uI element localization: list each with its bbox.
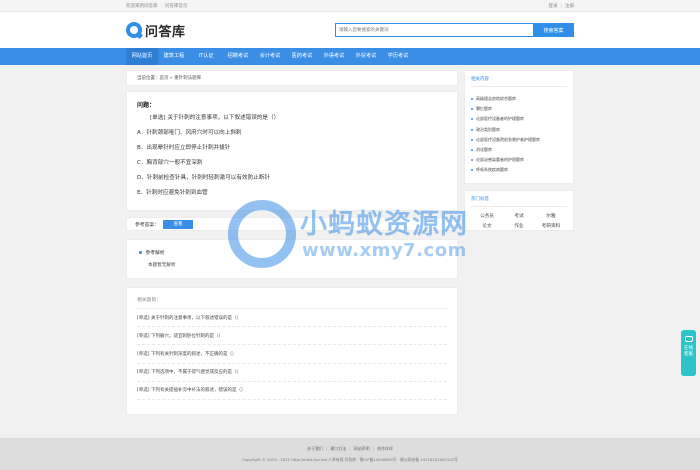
tag-link[interactable]: 公务员: [471, 213, 503, 219]
tag-link[interactable]: 论文: [471, 223, 503, 229]
tag-link[interactable]: 考试: [503, 213, 535, 219]
topbar: 欢迎来到问答库 | 问答库首页 登录 | 注册: [0, 0, 700, 12]
sidebar-item-label: 论部泌感染重者的护理题库: [476, 157, 524, 163]
option-e: E．针刺时应避免针刺到血管: [137, 190, 208, 196]
option-c: C．胸背部穴一般不宜深刺: [137, 160, 203, 166]
related-title: 相关题目：: [137, 296, 447, 309]
sidebar-related-list: 高级理念房地综合题库 腾忆题库 论部医疗设备者的护理题库 政治类别题库 论部医疗…: [471, 96, 567, 173]
analysis-title-row: 参考解析: [139, 249, 445, 256]
bullet-icon: [471, 98, 473, 100]
sidebar-item-label: 论部医疗设备院前急救护者护理题库: [476, 136, 540, 142]
related-item[interactable]: [单选] 下列腧穴，适宜刺卧位针刺的是（）: [137, 327, 447, 346]
nav-item-accounting[interactable]: 会计考试: [254, 48, 286, 65]
sidebar-tags-title: 热门标签: [471, 196, 567, 207]
related-item[interactable]: [单选] 下列有关针刺深度的叙述，不正确的是（）: [137, 345, 447, 364]
sidebar-related-title: 相关内容: [471, 76, 567, 87]
footer-links: 关于我们 | 建口方法 | 网站声明 | 合作伙伴: [306, 446, 394, 451]
footer-link-method[interactable]: 建口方法: [330, 446, 346, 451]
tag-link[interactable]: 尔雅: [535, 213, 567, 219]
nav-item-language[interactable]: 外语考试: [318, 48, 350, 65]
tag-link[interactable]: 考研资料: [535, 223, 567, 229]
nav-item-construction[interactable]: 建筑工程: [158, 48, 190, 65]
tag-grid: 公务员 考试 尔雅 论文 作业 考研资料: [471, 213, 567, 229]
sidebar-list-item[interactable]: 呼吸系统疾病题库: [471, 167, 567, 173]
main-nav: 网站首页 建筑工程 IT认证 招聘考试 会计考试 医药考试 外语考试 外贸考试 …: [0, 48, 700, 65]
bullet-icon: [471, 108, 473, 111]
sidebar-list-item[interactable]: 政治类别题库: [471, 127, 567, 133]
content-wrap: 当前位置：首页 » 重针刺法题库 问题： [单选] 关于针刺的注意事项，以下叙述…: [126, 70, 574, 415]
main-column: 当前位置：首页 » 重针刺法题库 问题： [单选] 关于针刺的注意事项，以下叙述…: [126, 70, 458, 415]
search-input[interactable]: [335, 23, 533, 37]
bullet-icon: [139, 251, 142, 254]
nav-item-medical[interactable]: 医药考试: [286, 48, 318, 65]
sidebar-list-item[interactable]: 论部泌感染重者的护理题库: [471, 157, 567, 163]
analysis-panel: 参考解析 本题暂无解析: [126, 239, 458, 279]
sidebar-item-label: 政治类别题库: [476, 126, 500, 132]
nav-item-trade[interactable]: 外贸考试: [350, 48, 382, 65]
logo-text: 问答库: [145, 24, 186, 40]
service-label-line2: 客服: [684, 352, 693, 357]
sidebar-item-label: 消化题库: [476, 146, 492, 152]
nav-item-home[interactable]: 网站首页: [126, 48, 158, 65]
login-link[interactable]: 登录: [548, 4, 557, 9]
sidebar-item-label: 呼吸系统疾病题库: [476, 167, 508, 173]
analysis-text: 本题暂无解析: [148, 263, 176, 268]
online-service-button[interactable]: 在线 客服: [681, 330, 696, 376]
tag-link[interactable]: 作业: [503, 223, 535, 229]
bullet-icon: [471, 128, 473, 131]
nav-item-it[interactable]: IT认证: [190, 48, 222, 65]
analysis-title: 参考解析: [145, 251, 165, 256]
sidebar-list-item[interactable]: 消化题库: [471, 147, 567, 153]
question-title: 问题：: [137, 102, 156, 109]
topbar-left: 欢迎来到问答库 | 问答库首页: [126, 4, 188, 9]
logo-icon: [126, 22, 142, 38]
bullet-icon: [471, 169, 473, 172]
sidebar-list-item[interactable]: 论部医疗设备者的护理题库: [471, 116, 567, 122]
home-link[interactable]: 问答库首页: [165, 4, 188, 9]
bullet-icon: [471, 159, 473, 162]
footer-copyright: Copyright © 2013 - 2021 http://edzls.fyo…: [242, 457, 458, 462]
sidebar-item-label: 腾忆题库: [476, 106, 492, 112]
footer-link-about[interactable]: 关于我们: [307, 446, 323, 451]
related-item[interactable]: [单选] 下列有关提插补泻中补法的叙述，错误的是（）: [137, 382, 447, 400]
breadcrumb: 当前位置：首页 » 重针刺法题库: [126, 70, 458, 86]
bullet-icon: [471, 138, 473, 141]
logo[interactable]: 问答库: [126, 21, 186, 40]
sidebar-tags-box: 热门标签 公务员 考试 尔雅 论文 作业 考研资料: [464, 189, 574, 231]
related-panel: 相关题目： [单选] 关于针刺的注意事项，以下叙述错误的是（） [单选] 下列腧…: [126, 287, 458, 415]
sidebar-list-item[interactable]: 高级理念房地综合题库: [471, 96, 567, 102]
sidebar-list-item[interactable]: 腾忆题库: [471, 106, 567, 112]
welcome-text: 欢迎来到问答库: [126, 4, 158, 9]
search-bar: 搜索答案: [335, 23, 574, 37]
sidebar-item-label: 高级理念房地综合题库: [476, 96, 516, 101]
footer-link-partners[interactable]: 合作伙伴: [377, 446, 393, 451]
header: 问答库 搜索答案: [0, 12, 700, 48]
chat-icon: [684, 336, 693, 342]
bullet-icon: [471, 118, 473, 121]
footer-link-statement[interactable]: 网站声明: [354, 446, 370, 451]
sidebar-item-label: 论部医疗设备者的护理题库: [476, 116, 524, 122]
option-b: B．出现晕针时应立即停止针刺并拔针: [137, 145, 231, 151]
option-d: D．针刺前检查针具，针刺时轻刺激可以有效防止断针: [137, 175, 270, 181]
option-a: A．针刺颈部哑门、风府穴时可以向上斜刺: [137, 130, 242, 136]
topbar-right: 登录 | 注册: [548, 4, 574, 9]
sidebar-list-item[interactable]: 论部医疗设备院前急救护者护理题库: [471, 137, 567, 143]
register-link[interactable]: 注册: [565, 4, 574, 9]
question-text: [单选] 关于针刺的注意事项，以下叙述错误的是（）: [150, 115, 280, 121]
nav-item-degree[interactable]: 学历考试: [382, 48, 414, 65]
question-panel: 问题： [单选] 关于针刺的注意事项，以下叙述错误的是（） A．针刺颈部哑门、风…: [126, 91, 458, 211]
sidebar-related-box: 相关内容 高级理念房地综合题库 腾忆题库 论部医疗设备者的护理题库 政治类别题库…: [464, 70, 574, 184]
answer-label: 参考答案：: [135, 222, 159, 228]
search-button[interactable]: 搜索答案: [533, 23, 574, 37]
nav-item-recruit[interactable]: 招聘考试: [222, 48, 254, 65]
view-answer-button[interactable]: 查看: [163, 219, 193, 229]
bullet-icon: [471, 148, 473, 151]
related-item[interactable]: [单选] 关于针刺的注意事项，以下叙述错误的是（）: [137, 309, 447, 328]
sidebar: 相关内容 高级理念房地综合题库 腾忆题库 论部医疗设备者的护理题库 政治类别题库…: [464, 70, 574, 415]
answer-row: 参考答案： 查看: [126, 217, 458, 231]
related-item[interactable]: [单选] 下列选项中，不属于得气感觉或反应的是（）: [137, 364, 447, 382]
footer: 关于我们 | 建口方法 | 网站声明 | 合作伙伴 Copyright © 2013 - 2…: [0, 438, 700, 470]
